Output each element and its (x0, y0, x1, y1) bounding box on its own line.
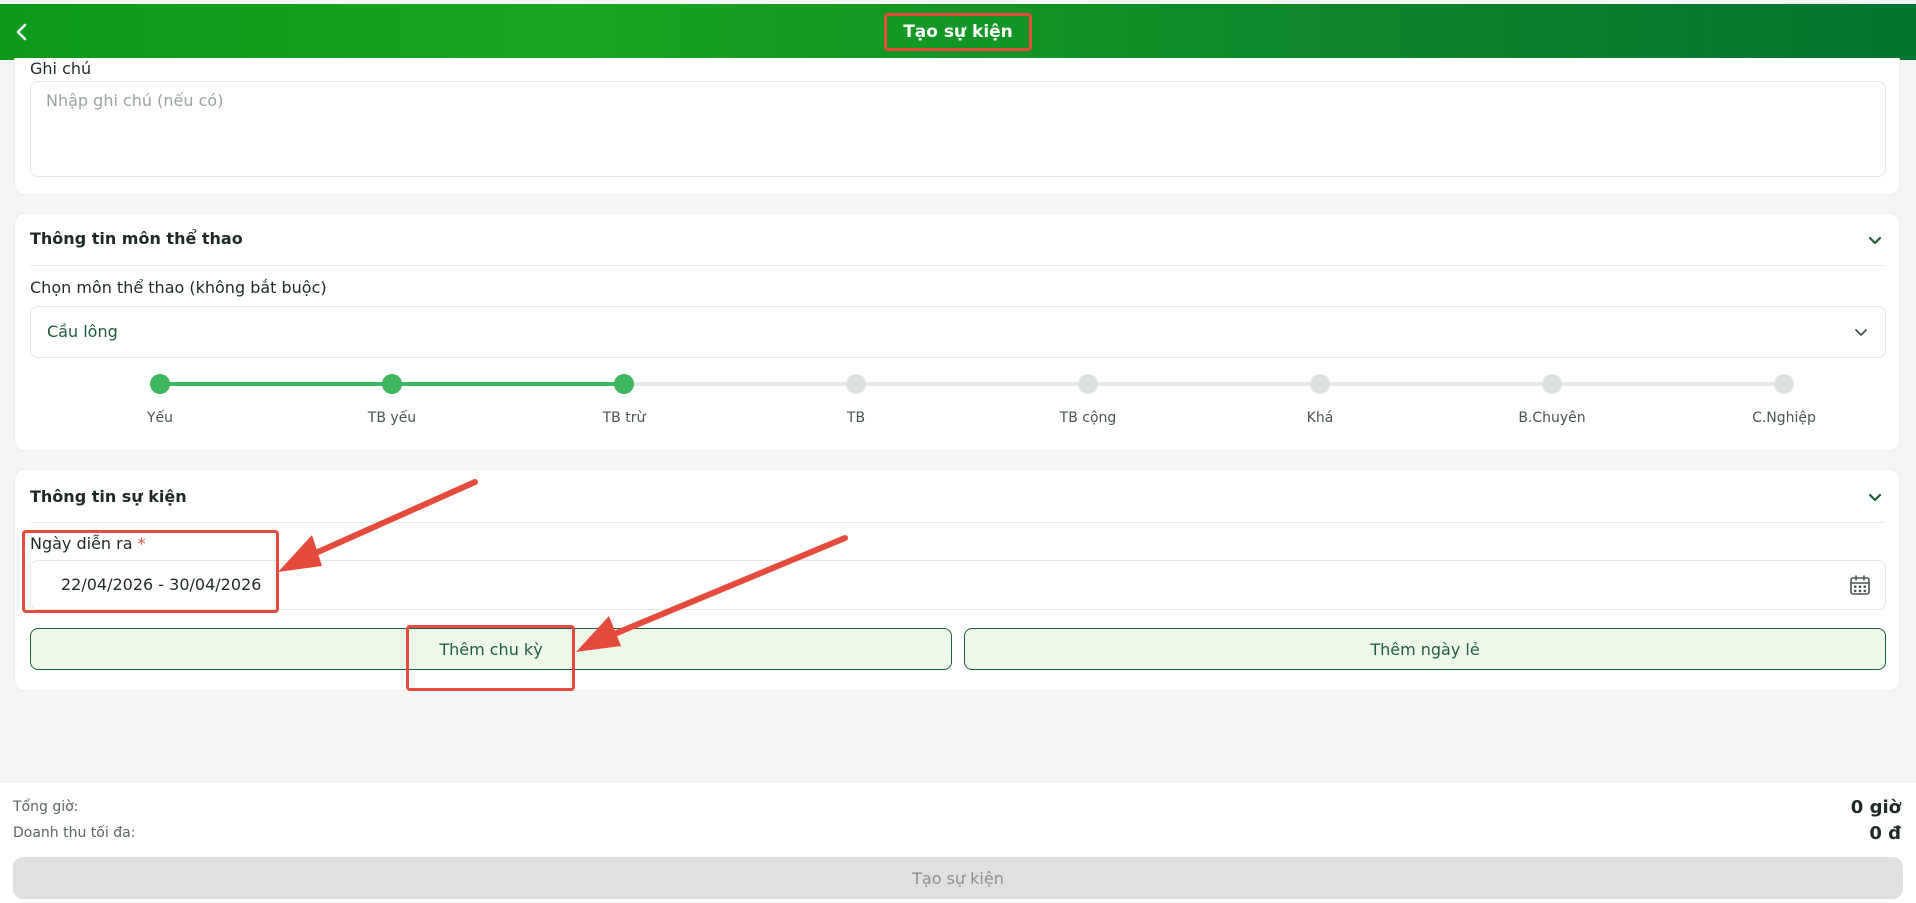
note-label: Ghi chú (30, 59, 92, 78)
add-cycle-button[interactable]: Thêm chu kỳ (30, 628, 952, 670)
event-card: Thông tin sự kiện Ngày diễn ra * 22/04/2… (14, 469, 1900, 691)
level-label: C.Nghiệp (1752, 410, 1816, 426)
chevron-left-icon (16, 23, 27, 41)
note-textarea[interactable] (30, 81, 1886, 177)
divider (30, 265, 1884, 266)
create-event-button[interactable]: Tạo sự kiện (13, 857, 1903, 899)
total-hours-label: Tổng giờ: (13, 799, 79, 815)
divider (30, 522, 1884, 523)
sport-select[interactable]: Cầu lông (30, 306, 1886, 358)
sport-select-label: Chọn môn thể thao (không bắt buộc) (30, 278, 327, 297)
level-label: TB trừ (602, 410, 646, 426)
date-label: Ngày diễn ra * (30, 534, 146, 553)
level-stop-8[interactable] (1774, 374, 1794, 394)
max-revenue-label: Doanh thu tối đa: (13, 825, 136, 841)
calendar-icon[interactable] (1849, 574, 1871, 596)
level-label: B.Chuyên (1518, 410, 1586, 426)
level-stop-7[interactable] (1542, 374, 1562, 394)
date-label-text: Ngày diễn ra (30, 534, 133, 553)
sports-card: Thông tin môn thể thao Chọn môn thể thao… (14, 213, 1900, 451)
date-range-input[interactable]: 22/04/2026 - 30/04/2026 (30, 560, 1886, 610)
sports-section-title: Thông tin môn thể thao (30, 229, 243, 248)
required-mark: * (137, 534, 146, 553)
level-stop-4[interactable] (846, 374, 866, 394)
sport-select-value: Cầu lông (47, 322, 118, 341)
level-label: TB yếu (367, 410, 417, 426)
level-label: TB (846, 410, 866, 426)
app-header: Tạo sự kiện (0, 4, 1916, 60)
level-stop-1[interactable] (150, 374, 170, 394)
event-section-title: Thông tin sự kiện (30, 487, 187, 506)
level-label: Khá (1306, 410, 1334, 426)
chevron-down-icon (1855, 329, 1867, 336)
level-stop-6[interactable] (1310, 374, 1330, 394)
max-revenue-value: 0 đ (1869, 823, 1901, 844)
level-stop-3[interactable] (614, 374, 634, 394)
date-range-value: 22/04/2026 - 30/04/2026 (61, 575, 262, 594)
total-hours-value: 0 giờ (1850, 797, 1901, 818)
footer-summary: Tổng giờ: 0 giờ Doanh thu tối đa: 0 đ Tạ… (0, 783, 1916, 903)
back-button[interactable] (6, 16, 38, 48)
chevron-down-icon[interactable] (1865, 230, 1885, 250)
level-stop-5[interactable] (1078, 374, 1098, 394)
note-card: Ghi chú (14, 58, 1900, 195)
add-holiday-button[interactable]: Thêm ngày lẻ (964, 628, 1886, 670)
page-title: Tạo sự kiện (884, 13, 1032, 51)
level-label: Yếu (146, 410, 174, 426)
level-stop-2[interactable] (382, 374, 402, 394)
chevron-down-icon[interactable] (1865, 487, 1885, 507)
level-label: TB cộng (1059, 410, 1117, 426)
level-slider[interactable]: Yếu TB yếu TB trừ TB TB cộng Khá B.Chuyên C.Ngh… (30, 368, 1886, 428)
